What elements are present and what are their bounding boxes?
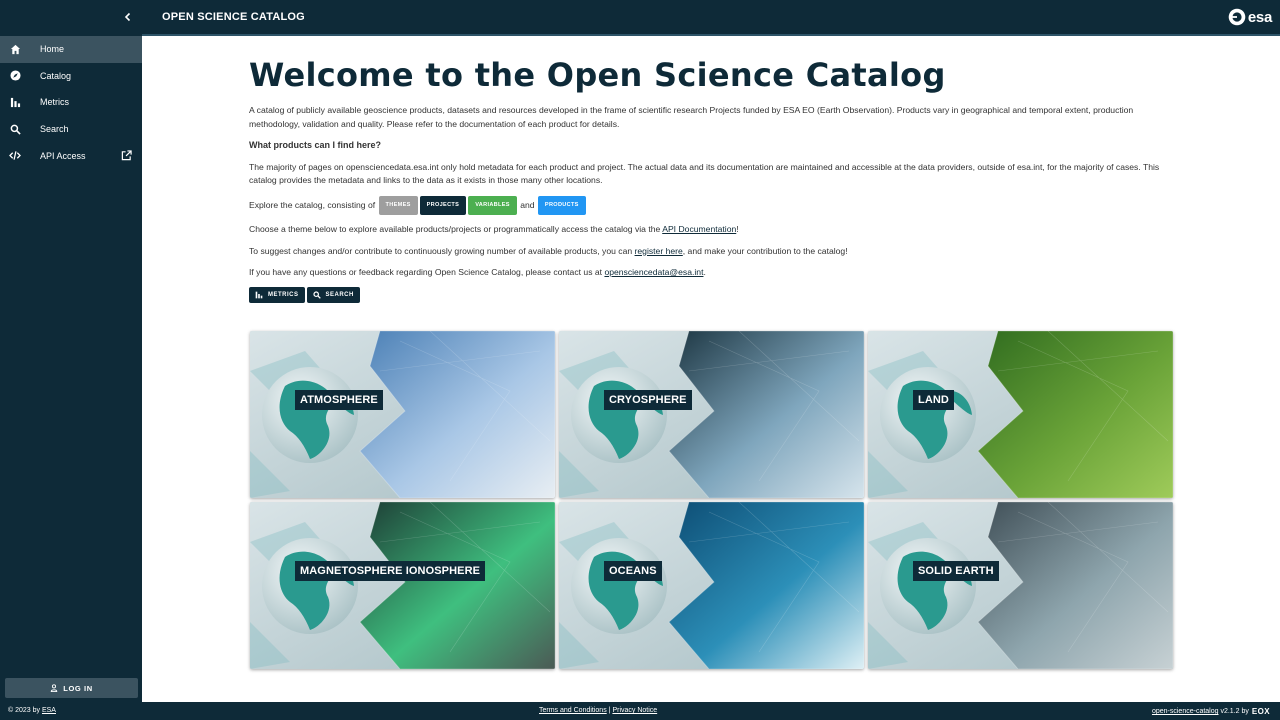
theme-tile[interactable]: SOLID EARTH	[868, 502, 1173, 669]
theme-image	[868, 502, 1173, 669]
version-text: v2.1.2 by	[1220, 708, 1249, 715]
sidebar-nav: Home Catalog Metrics Search API Access	[0, 36, 142, 169]
search-icon	[312, 290, 321, 299]
api-documentation-link[interactable]: API Documentation	[662, 224, 736, 234]
contact-email-link[interactable]: opensciencedata@esa.int	[604, 267, 703, 277]
contact-prefix: If you have any questions or feedback re…	[249, 267, 603, 277]
intro-paragraph: A catalog of publicly available geoscien…	[249, 105, 1134, 129]
bar-chart-icon	[9, 96, 21, 108]
theme-tile[interactable]: CRYOSPHERE	[559, 331, 864, 498]
top-bar: OPEN SCIENCE CATALOG esa	[142, 0, 1280, 36]
suggest-suffix: , and make your contribution to the cata…	[682, 245, 848, 256]
register-link[interactable]: register here	[635, 246, 683, 256]
esa-logo-text: esa	[1247, 8, 1272, 26]
theme-label: OCEANS	[604, 561, 662, 581]
question-heading: What products can I find here?	[249, 140, 382, 150]
main-content: Welcome to the Open Science Catalog A ca…	[142, 36, 1280, 702]
sidebar-item-catalog[interactable]: Catalog	[0, 63, 142, 90]
collapse-sidebar-button[interactable]	[120, 9, 136, 25]
search-button[interactable]: SEARCH	[306, 286, 360, 303]
contact-suffix: .	[703, 267, 706, 277]
footer: © 2023 by ESA Terms and Conditions | Pri…	[0, 702, 1280, 720]
explore-and: and	[520, 199, 535, 210]
theme-tile[interactable]: ATMOSPHERE	[250, 331, 555, 498]
sidebar-item-label: Metrics	[40, 97, 69, 108]
repository-link[interactable]: open-science-catalog	[1152, 708, 1219, 715]
app-title: OPEN SCIENCE CATALOG	[162, 11, 305, 23]
metrics-button-label: METRICS	[268, 291, 299, 298]
compass-icon	[9, 70, 21, 82]
esa-footer-link[interactable]: ESA	[42, 707, 56, 714]
footer-version: open-science-catalog v2.1.2 by EOX	[1152, 707, 1270, 716]
search-icon	[9, 123, 21, 135]
theme-image	[559, 331, 864, 498]
suggest-prefix: To suggest changes and/or contribute to …	[249, 245, 633, 256]
explore-paragraph: Explore the catalog, consisting of THEME…	[249, 195, 1179, 215]
theme-label: MAGNETOSPHERE IONOSPHERE	[295, 561, 486, 581]
choose-suffix: !	[736, 224, 739, 234]
terms-link[interactable]: Terms and Conditions	[539, 707, 607, 714]
answer-paragraph: The majority of pages on opensciencedata…	[249, 161, 1160, 186]
sidebar-item-api-access[interactable]: API Access	[0, 142, 142, 169]
choose-paragraph: Choose a theme below to explore availabl…	[249, 223, 1179, 237]
choose-prefix: Choose a theme below to explore availabl…	[249, 224, 661, 234]
esa-logo-icon	[1228, 8, 1246, 26]
theme-tile[interactable]: MAGNETOSPHERE IONOSPHERE	[250, 502, 555, 669]
theme-label: ATMOSPHERE	[295, 390, 383, 410]
theme-label: SOLID EARTH	[913, 561, 999, 581]
home-icon	[9, 43, 21, 55]
chip-themes[interactable]: THEMES	[378, 195, 418, 215]
eox-logo[interactable]: EOX	[1252, 707, 1270, 716]
user-icon	[50, 684, 58, 692]
contact-paragraph: If you have any questions or feedback re…	[249, 266, 1179, 280]
login-label: LOG IN	[63, 683, 93, 693]
copyright-text: © 2023 by	[8, 707, 41, 714]
sidebar-item-label: API Access	[40, 150, 86, 161]
footer-legal: Terms and Conditions | Privacy Notice	[539, 707, 657, 714]
chevron-left-icon	[124, 12, 131, 22]
suggest-paragraph: To suggest changes and/or contribute to …	[249, 245, 1179, 259]
sidebar: Home Catalog Metrics Search API Access L…	[0, 0, 142, 702]
theme-image	[250, 502, 555, 669]
theme-image	[250, 331, 555, 498]
theme-label: CRYOSPHERE	[604, 390, 692, 410]
sidebar-item-label: Home	[40, 44, 65, 55]
theme-label: LAND	[913, 390, 954, 410]
chip-projects[interactable]: PROJECTS	[419, 195, 467, 215]
theme-image	[868, 331, 1173, 498]
chip-products[interactable]: PRODUCTS	[537, 195, 586, 215]
quick-actions: METRICS SEARCH	[249, 286, 1179, 303]
sidebar-item-label: Catalog	[40, 70, 72, 81]
esa-logo[interactable]: esa	[1228, 8, 1272, 26]
explore-prefix: Explore the catalog, consisting of	[249, 199, 376, 210]
page-title: Welcome to the Open Science Catalog	[249, 56, 946, 94]
external-link-icon	[120, 149, 133, 162]
theme-grid: ATMOSPHERE CRYOSPHERE LAND MAGNETOSPHERE IO…	[250, 331, 1173, 669]
metrics-button[interactable]: METRICS	[249, 286, 305, 303]
sidebar-item-home[interactable]: Home	[0, 36, 142, 63]
sidebar-item-label: Search	[40, 124, 69, 135]
sidebar-item-metrics[interactable]: Metrics	[0, 89, 142, 116]
footer-copyright: © 2023 by ESA	[8, 707, 56, 714]
code-icon	[9, 150, 21, 162]
privacy-link[interactable]: Privacy Notice	[612, 707, 657, 714]
sidebar-item-search[interactable]: Search	[0, 116, 142, 143]
bar-chart-icon	[255, 291, 263, 299]
theme-tile[interactable]: LAND	[868, 331, 1173, 498]
theme-tile[interactable]: OCEANS	[559, 502, 864, 669]
chip-variables[interactable]: VARIABLES	[468, 195, 517, 215]
welcome-section: Welcome to the Open Science Catalog A ca…	[249, 56, 1179, 303]
footer-separator: |	[608, 707, 611, 714]
login-button[interactable]: LOG IN	[5, 678, 138, 698]
theme-image	[559, 502, 864, 669]
search-button-label: SEARCH	[325, 291, 354, 298]
